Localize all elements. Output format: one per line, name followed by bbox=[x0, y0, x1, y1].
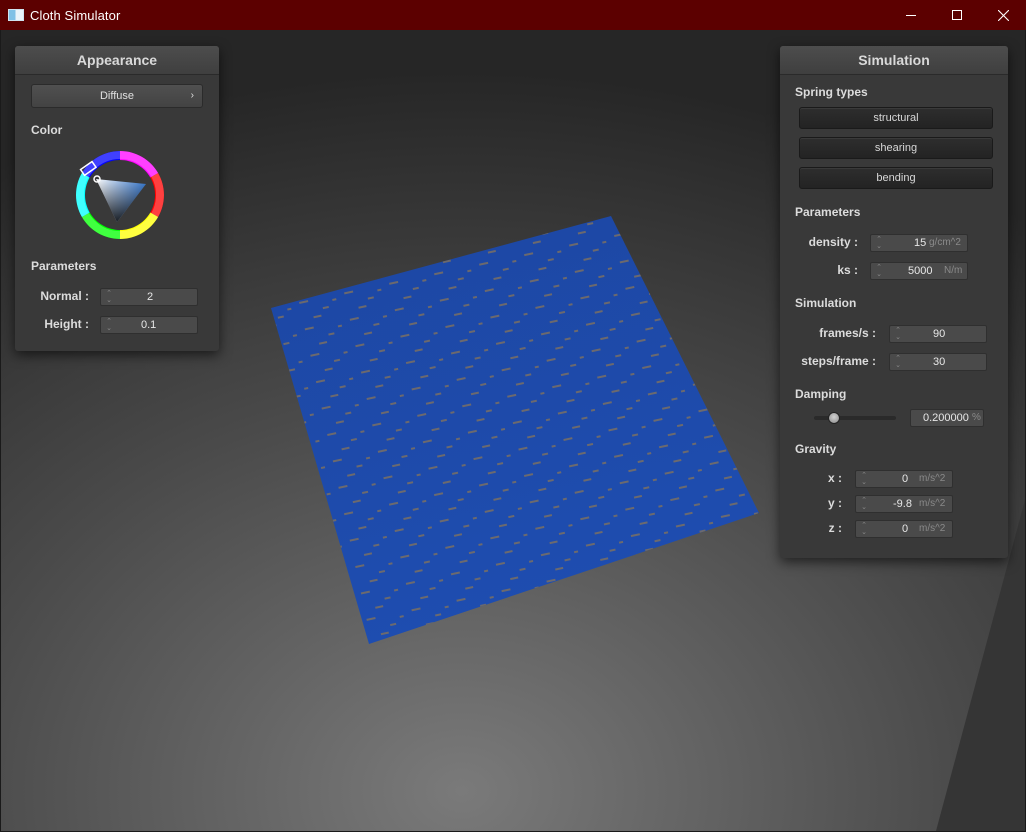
color-wheel-icon[interactable] bbox=[73, 148, 167, 242]
steps-per-frame-label: steps/frame : bbox=[801, 354, 876, 368]
damping-slider[interactable] bbox=[814, 416, 896, 420]
gravity-y-unit: m/s^2 bbox=[919, 498, 946, 509]
spinner-icon[interactable]: ⌃ ⌄ bbox=[894, 327, 902, 341]
spinner-icon[interactable]: ⌃ ⌄ bbox=[875, 264, 883, 278]
spinner-icon[interactable]: ⌃ ⌄ bbox=[875, 236, 883, 250]
gravity-y-value: -9.8 bbox=[893, 498, 912, 510]
height-label: Height : bbox=[44, 317, 89, 331]
gravity-z-unit: m/s^2 bbox=[919, 523, 946, 534]
gravity-x-value: 0 bbox=[902, 473, 909, 485]
structural-button[interactable]: structural bbox=[799, 107, 993, 129]
normal-input[interactable]: ⌃ ⌄ 2 bbox=[100, 288, 198, 306]
gravity-y-label: y : bbox=[827, 496, 842, 510]
gravity-z-label: z : bbox=[828, 521, 842, 535]
minimize-icon bbox=[906, 15, 916, 16]
chevron-right-icon: › bbox=[190, 90, 194, 101]
appearance-panel-title[interactable]: Appearance bbox=[15, 46, 219, 75]
spring-types-label: Spring types bbox=[795, 85, 868, 99]
damping-unit: % bbox=[972, 412, 981, 423]
gravity-z-input[interactable]: ⌃ ⌄ 0 m/s^2 bbox=[855, 520, 953, 538]
steps-per-frame-value: 30 bbox=[933, 356, 946, 368]
gravity-x-unit: m/s^2 bbox=[919, 473, 946, 484]
spinner-icon[interactable]: ⌃ ⌄ bbox=[860, 522, 868, 536]
minimize-button[interactable] bbox=[888, 0, 934, 30]
window-title: Cloth Simulator bbox=[30, 7, 121, 23]
spinner-icon[interactable]: ⌃ ⌄ bbox=[860, 497, 868, 511]
damping-slider-handle[interactable] bbox=[828, 412, 840, 424]
maximize-icon bbox=[952, 10, 962, 20]
gravity-label: Gravity bbox=[795, 442, 837, 456]
gravity-x-label: x : bbox=[827, 471, 842, 485]
spinner-icon[interactable]: ⌃ ⌄ bbox=[860, 472, 868, 486]
window-controls bbox=[888, 0, 1026, 30]
gravity-x-input[interactable]: ⌃ ⌄ 0 m/s^2 bbox=[855, 470, 953, 488]
spinner-icon[interactable]: ⌃ ⌄ bbox=[105, 318, 113, 332]
steps-per-frame-input[interactable]: ⌃ ⌄ 30 bbox=[889, 353, 987, 371]
damping-input[interactable]: 0.200000 % bbox=[910, 409, 984, 427]
shader-select[interactable]: Diffuse › bbox=[31, 84, 203, 108]
ks-input[interactable]: ⌃ ⌄ 5000 N/m bbox=[870, 262, 968, 280]
normal-label: Normal : bbox=[40, 289, 89, 303]
gravity-z-value: 0 bbox=[902, 523, 909, 535]
frames-per-second-label: frames/s : bbox=[819, 326, 876, 340]
height-input[interactable]: ⌃ ⌄ 0.1 bbox=[100, 316, 198, 334]
ks-unit: N/m bbox=[944, 265, 963, 276]
damping-label: Damping bbox=[795, 387, 847, 401]
simulation-panel: Simulation Spring types structural shear… bbox=[780, 46, 1008, 558]
title-bar[interactable]: Cloth Simulator bbox=[0, 0, 1026, 30]
damping-value: 0.200000 bbox=[923, 412, 969, 424]
appearance-parameters-label: Parameters bbox=[31, 259, 97, 273]
density-value: 15 bbox=[914, 237, 927, 249]
spinner-icon[interactable]: ⌃ ⌄ bbox=[894, 355, 902, 369]
gravity-y-input[interactable]: ⌃ ⌄ -9.8 m/s^2 bbox=[855, 495, 953, 513]
spinner-icon[interactable]: ⌃ ⌄ bbox=[105, 290, 113, 304]
close-button[interactable] bbox=[980, 0, 1026, 30]
simulation-parameters-label: Parameters bbox=[795, 205, 861, 219]
density-label: density : bbox=[808, 235, 858, 249]
frames-per-second-input[interactable]: ⌃ ⌄ 90 bbox=[889, 325, 987, 343]
maximize-button[interactable] bbox=[934, 0, 980, 30]
normal-value: 2 bbox=[147, 291, 154, 303]
window-app-icon bbox=[8, 9, 24, 21]
ks-label: ks : bbox=[837, 263, 858, 277]
height-value: 0.1 bbox=[141, 319, 157, 331]
shader-select-value: Diffuse bbox=[99, 90, 135, 102]
ks-value: 5000 bbox=[908, 265, 933, 277]
density-unit: g/cm^2 bbox=[929, 237, 961, 248]
close-icon bbox=[997, 9, 1009, 21]
app-window: Cloth Simulator Appearance Diffuse › Col… bbox=[0, 0, 1026, 832]
density-input[interactable]: ⌃ ⌄ 15 g/cm^2 bbox=[870, 234, 968, 252]
color-section-label: Color bbox=[31, 123, 63, 137]
bending-button[interactable]: bending bbox=[799, 167, 993, 189]
shearing-button[interactable]: shearing bbox=[799, 137, 993, 159]
appearance-panel: Appearance Diffuse › Color Parameters No… bbox=[15, 46, 219, 351]
simulation-section-label: Simulation bbox=[795, 296, 857, 310]
simulation-panel-title[interactable]: Simulation bbox=[780, 46, 1008, 75]
frames-per-second-value: 90 bbox=[933, 328, 946, 340]
